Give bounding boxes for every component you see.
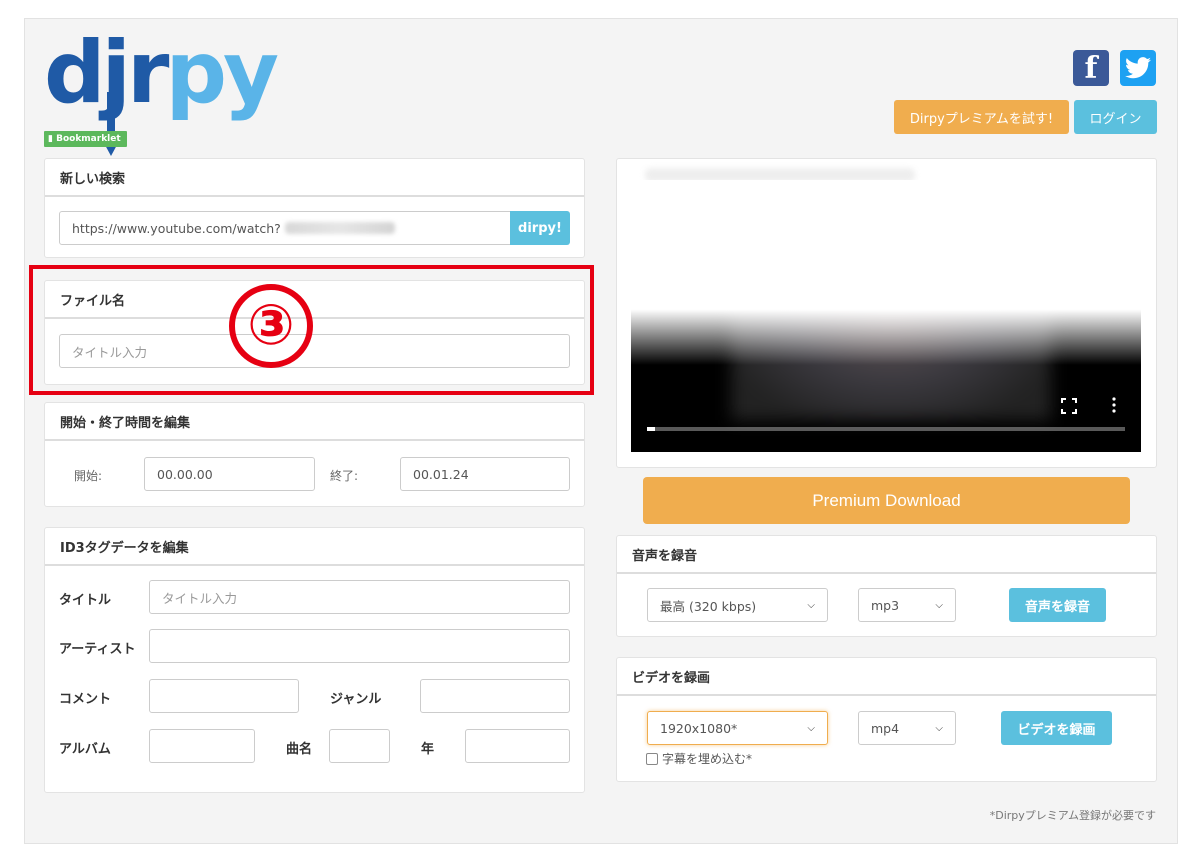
id3-title-label: タイトル [59, 593, 112, 608]
record-audio-button[interactable]: 音声を録音 [1009, 588, 1106, 622]
blurred-video-id [284, 222, 395, 234]
video-resolution-select[interactable]: 1920x1080* ⌵ [647, 711, 828, 745]
id3-album-label: アルバム [59, 742, 111, 757]
premium-footnote: *Dirpyプレミアム登録が必要です [989, 809, 1156, 822]
id3-genre-input[interactable] [420, 679, 570, 713]
audio-quality-select[interactable]: 最高 (320 kbps) ⌵ [647, 588, 828, 622]
start-label: 開始: [74, 469, 103, 483]
embed-subtitles-row[interactable]: 字幕を埋め込む* [646, 750, 752, 767]
more-options-icon[interactable] [1111, 396, 1117, 414]
bookmarklet-badge[interactable]: ▮ Bookmarklet [44, 131, 127, 147]
time-edit-panel: 開始・終了時間を編集 [44, 402, 585, 507]
id3-heading: ID3タグデータを編集 [45, 528, 584, 566]
end-time-input[interactable]: 00.01.24 [400, 457, 570, 491]
id3-track-label: 曲名 [286, 742, 313, 757]
id3-artist-label: アーティスト [59, 642, 136, 657]
login-button[interactable]: ログイン [1074, 100, 1157, 134]
embed-subtitles-label: 字幕を埋め込む* [662, 752, 753, 766]
id3-artist-input[interactable] [149, 629, 570, 663]
id3-track-input[interactable] [329, 729, 390, 763]
premium-download-button[interactable]: Premium Download [643, 477, 1130, 524]
fullscreen-icon[interactable] [1061, 398, 1077, 414]
logo-r: r [127, 23, 169, 123]
bookmark-icon: ▮ [48, 134, 53, 144]
end-label: 終了: [330, 469, 359, 483]
dirpy-submit-button[interactable]: dirpy! [510, 211, 570, 245]
chevron-down-icon: ⌵ [935, 599, 943, 611]
id3-genre-label: ジャンル [330, 692, 382, 707]
id3-year-input[interactable] [465, 729, 570, 763]
video-record-heading: ビデオを録画 [617, 658, 1156, 696]
video-progress-bar[interactable] [647, 427, 1125, 431]
video-player[interactable] [631, 180, 1141, 452]
id3-comment-label: コメント [59, 692, 112, 707]
embed-subtitles-checkbox[interactable] [646, 752, 658, 765]
id3-album-input[interactable] [149, 729, 255, 763]
annotation-number: ③ [229, 284, 313, 368]
logo-py: py [165, 23, 279, 123]
id3-title-input[interactable]: タイトル入力 [149, 580, 570, 614]
id3-year-label: 年 [421, 742, 435, 757]
record-video-button[interactable]: ビデオを録画 [1001, 711, 1112, 745]
premium-try-button[interactable]: Dirpyプレミアムを試す! [894, 100, 1069, 134]
chevron-down-icon: ⌵ [807, 599, 815, 611]
video-format-select[interactable]: mp4 ⌵ [858, 711, 956, 745]
id3-comment-input[interactable] [149, 679, 299, 713]
search-heading: 新しい検索 [45, 159, 584, 197]
time-edit-heading: 開始・終了時間を編集 [45, 403, 584, 441]
start-time-input[interactable]: 00.00.00 [144, 457, 315, 491]
audio-format-select[interactable]: mp3 ⌵ [858, 588, 956, 622]
chevron-down-icon: ⌵ [935, 722, 943, 734]
twitter-icon[interactable] [1120, 50, 1156, 86]
facebook-icon[interactable]: f [1073, 50, 1109, 86]
url-input[interactable]: https://www.youtube.com/watch? [59, 211, 511, 245]
audio-heading: 音声を録音 [617, 536, 1156, 574]
chevron-down-icon: ⌵ [807, 722, 815, 734]
